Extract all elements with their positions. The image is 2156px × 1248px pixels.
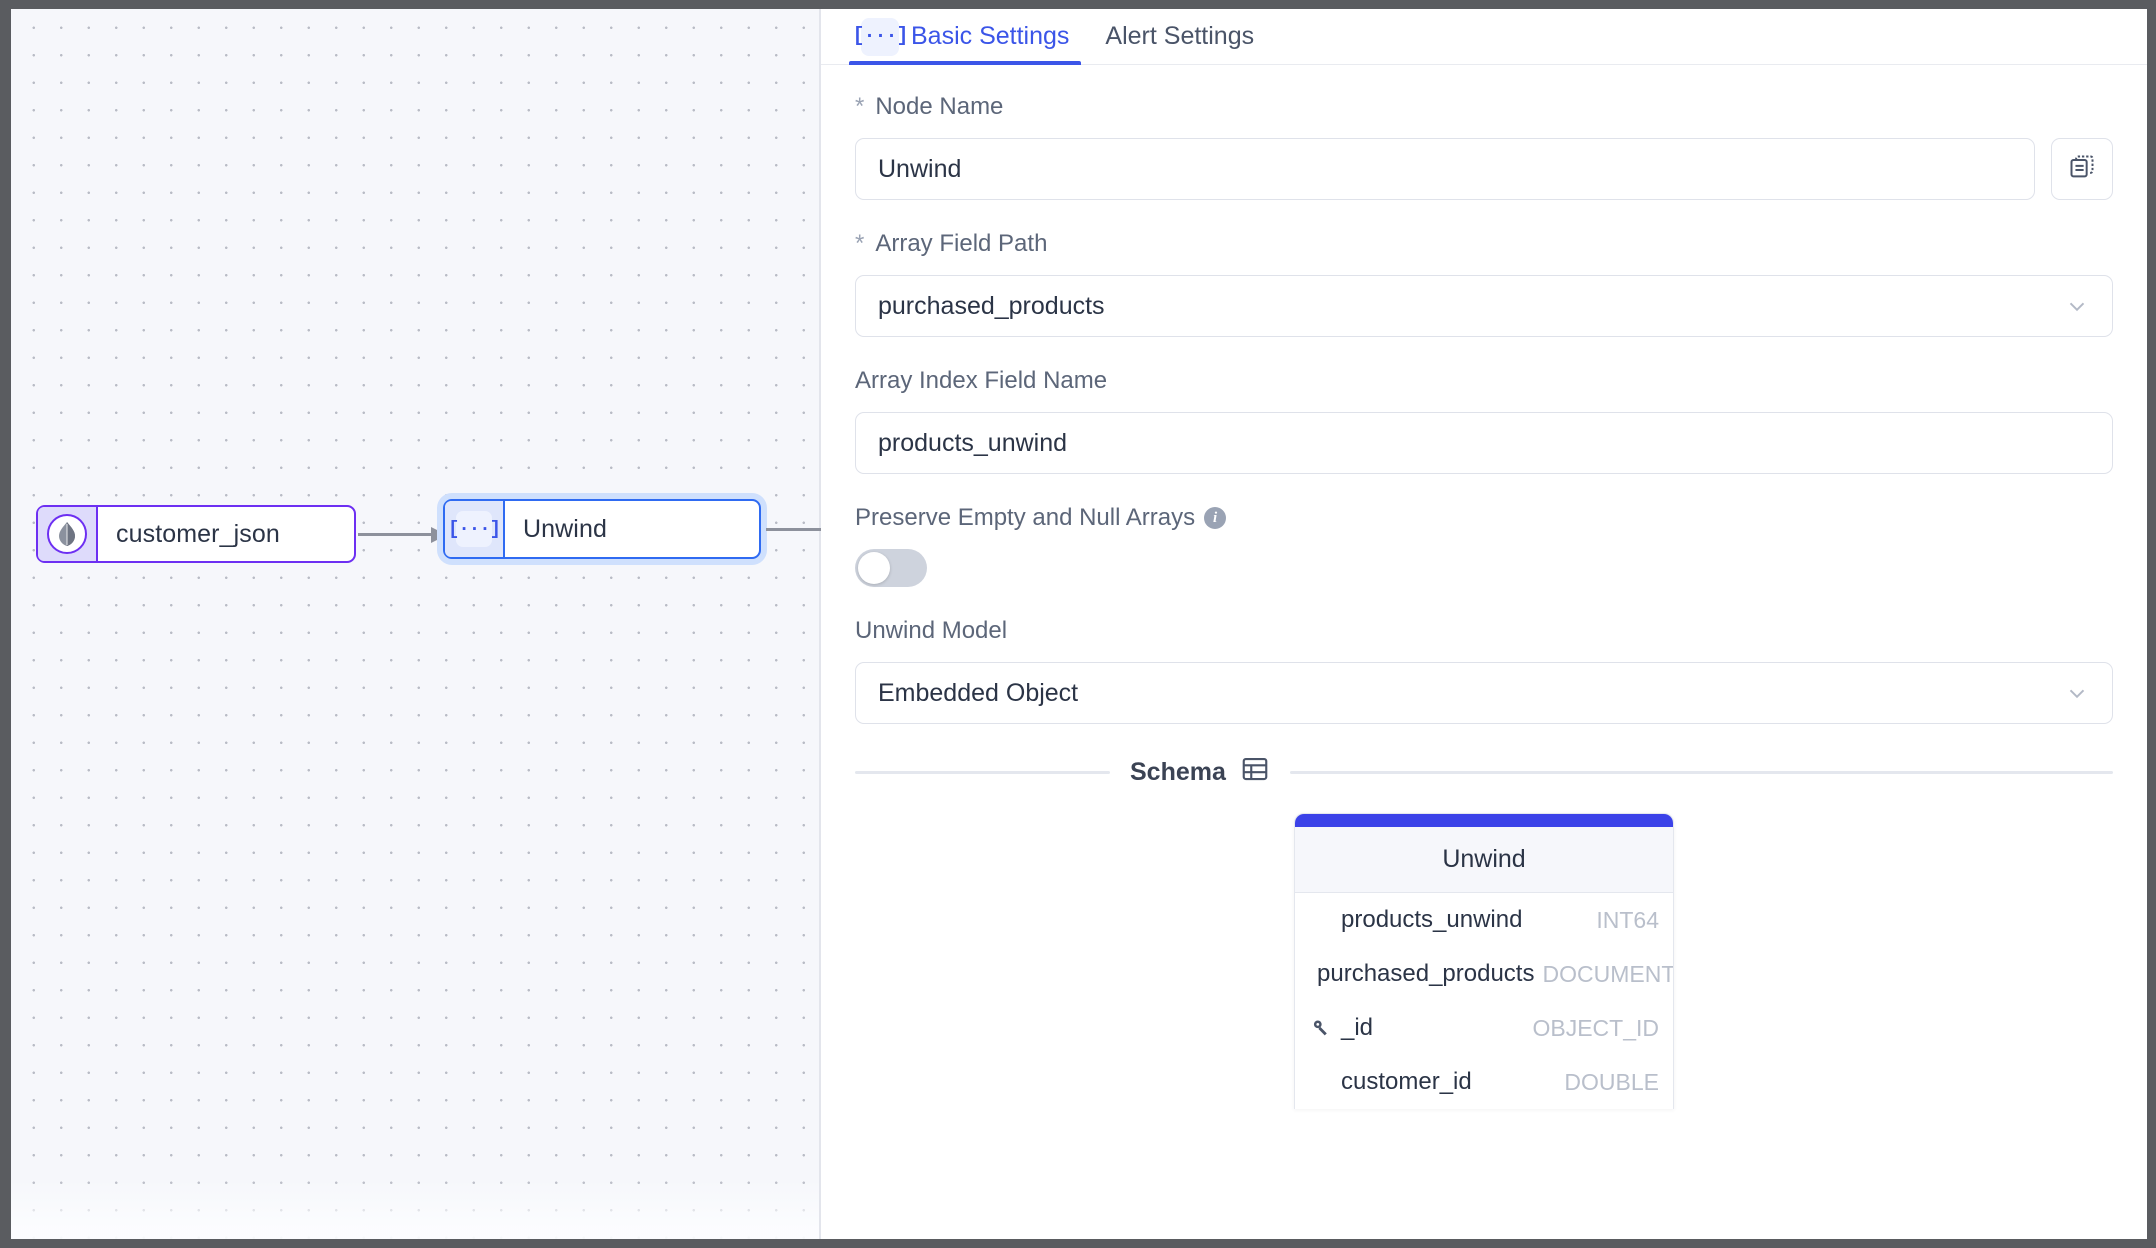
field-label: Unwind Model	[855, 617, 2113, 645]
mongodb-leaf-icon	[38, 507, 98, 561]
preserve-empty-toggle[interactable]	[855, 549, 927, 587]
selected-value: Embedded Object	[878, 678, 1079, 707]
tab-basic-settings[interactable]: [···] Basic Settings	[843, 9, 1087, 65]
settings-panel: [···] Basic Settings Alert Settings * No…	[821, 9, 2147, 1239]
schema-field-type: OBJECT_ID	[1532, 1014, 1659, 1041]
schema-field-name: _id	[1341, 1014, 1374, 1041]
field-array-field-path: * Array Field Path purchased_products	[855, 230, 2113, 337]
flow-node-label: Unwind	[523, 514, 607, 543]
field-label: Array Index Field Name	[855, 367, 2113, 395]
required-marker: *	[855, 230, 865, 257]
schema-title-text: Schema	[1130, 758, 1226, 786]
flow-node-unwind[interactable]: [···] Unwind	[443, 499, 761, 559]
tab-label: Alert Settings	[1105, 22, 1255, 50]
schema-section-divider: Schema	[855, 754, 2113, 791]
field-array-index-field-name: Array Index Field Name products_unwind	[855, 367, 2113, 474]
flow-edge-source-to-unwind	[358, 526, 447, 543]
flow-edge-unwind-outgoing	[766, 528, 821, 531]
schema-card-title: Unwind	[1295, 827, 1673, 893]
divider-line	[855, 771, 1110, 774]
divider-line	[1289, 771, 2113, 774]
bracket-ellipsis-icon: [···]	[853, 17, 909, 56]
toggle-knob	[858, 552, 890, 584]
tab-bar: [···] Basic Settings Alert Settings	[821, 9, 2147, 65]
array-field-path-select[interactable]: purchased_products	[855, 275, 2113, 337]
tab-label: Basic Settings	[911, 22, 1070, 50]
field-label: Preserve Empty and Null Arrays i	[855, 504, 2113, 532]
bracket-ellipsis-icon: [···]	[445, 501, 505, 557]
field-preserve-empty-null-arrays: Preserve Empty and Null Arrays i	[855, 504, 2113, 587]
unwind-model-select[interactable]: Embedded Object	[855, 662, 2113, 724]
input-row: Unwind	[855, 138, 2113, 200]
tab-alert-settings[interactable]: Alert Settings	[1087, 9, 1272, 65]
primary-key-icon	[1309, 1017, 1333, 1039]
schema-field-type: DOUBLE	[1564, 1068, 1659, 1095]
selected-value: purchased_products	[878, 291, 1105, 320]
schema-card: Unwind products_unwind INT64 purchased_pro…	[1294, 813, 1674, 1109]
node-editor-window: customer_json [···] Unwind [···] Basic S…	[11, 9, 2147, 1239]
schema-field-name: products_unwind	[1341, 906, 1523, 933]
table-icon[interactable]	[1240, 754, 1270, 791]
schema-heading: Schema	[1130, 754, 1270, 791]
schema-field-type: INT64	[1596, 906, 1659, 933]
label-text: Unwind Model	[855, 617, 1008, 644]
settings-form: * Node Name Unwind * Array Field Path pu…	[821, 65, 2147, 1239]
schema-field-name: customer_id	[1341, 1068, 1472, 1095]
schema-field-type: DOCUMENT	[1542, 960, 1674, 987]
flow-node-label: customer_json	[116, 519, 280, 548]
schema-field-name: purchased_products	[1317, 960, 1535, 987]
schema-field-list: products_unwind INT64 purchased_products DO…	[1295, 893, 1673, 1109]
flow-canvas[interactable]: customer_json [···] Unwind	[11, 9, 821, 1239]
chevron-down-icon	[2064, 680, 2090, 706]
chevron-down-icon	[2064, 293, 2090, 319]
field-label: * Array Field Path	[855, 230, 2113, 258]
info-icon[interactable]: i	[1204, 507, 1227, 529]
field-label: * Node Name	[855, 93, 2113, 121]
label-text: Array Index Field Name	[855, 367, 1108, 394]
label-text: Preserve Empty and Null Arrays	[855, 504, 1196, 531]
array-index-field-name-input[interactable]: products_unwind	[855, 412, 2113, 474]
flow-node-customer-json[interactable]: customer_json	[36, 505, 356, 563]
schema-row[interactable]: products_unwind INT64	[1295, 893, 1673, 947]
required-marker: *	[855, 93, 865, 120]
node-name-input[interactable]: Unwind	[855, 138, 2035, 200]
field-node-name: * Node Name Unwind	[855, 93, 2113, 200]
schema-card-accent-bar	[1295, 814, 1673, 827]
schema-row[interactable]: _id OBJECT_ID	[1295, 1001, 1673, 1055]
label-text: Node Name	[875, 93, 1004, 120]
label-text: Array Field Path	[875, 230, 1048, 257]
copy-icon-button[interactable]	[2051, 138, 2113, 200]
field-unwind-model: Unwind Model Embedded Object	[855, 617, 2113, 724]
copy-icon	[2068, 153, 2096, 186]
schema-row[interactable]: customer_id DOUBLE	[1295, 1055, 1673, 1109]
schema-row[interactable]: purchased_products DOCUMENT	[1295, 947, 1673, 1001]
